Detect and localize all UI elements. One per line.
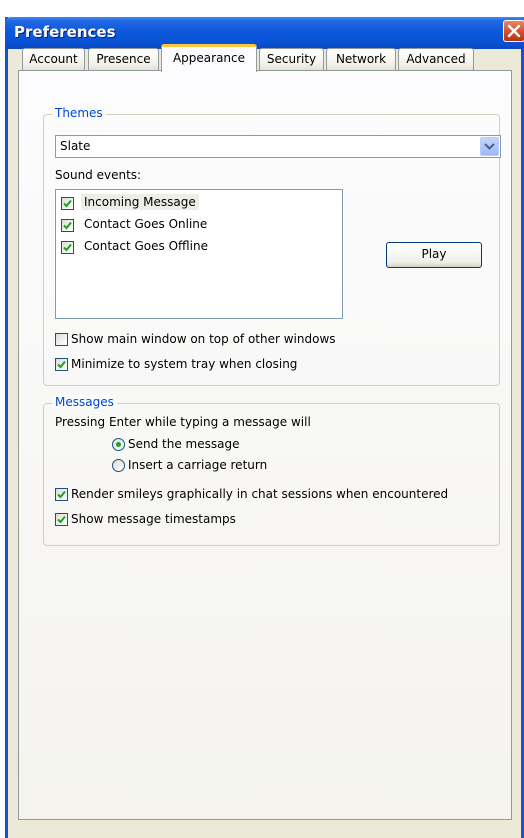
sound-event-contact-offline[interactable]: Contact Goes Offline — [61, 237, 331, 257]
tab-label: Advanced — [406, 52, 466, 66]
themes-group: Themes Slate Sound events: Incoming Mess… — [43, 106, 501, 386]
tab-advanced[interactable]: Advanced — [398, 48, 474, 70]
show-timestamps-option[interactable]: Show message timestamps — [55, 511, 495, 529]
themes-group-title: Themes — [52, 106, 106, 120]
theme-select-value: Slate — [60, 139, 91, 153]
checkmark-icon — [57, 360, 66, 369]
theme-dropdown-button[interactable] — [480, 137, 499, 156]
minimize-tray-label: Minimize to system tray when closing — [71, 357, 298, 371]
minimize-tray-checkbox[interactable] — [55, 358, 68, 371]
radio-send-message[interactable]: Send the message — [112, 436, 312, 454]
tab-presence[interactable]: Presence — [88, 48, 159, 70]
tab-label: Network — [335, 52, 387, 66]
tab-label: Account — [29, 52, 78, 66]
sound-event-contact-online[interactable]: Contact Goes Online — [61, 215, 331, 235]
sound-events-list[interactable]: Incoming Message Contact Goes Online Con… — [55, 189, 343, 319]
tab-label: Appearance — [172, 51, 246, 65]
title-bar[interactable]: Preferences — [5, 17, 524, 49]
tab-account[interactable]: Account — [22, 48, 85, 70]
close-button[interactable] — [503, 20, 524, 42]
send-message-label: Send the message — [128, 437, 240, 451]
checkmark-icon — [63, 221, 72, 230]
appearance-panel: Themes Slate Sound events: Incoming Mess… — [18, 70, 512, 820]
sound-event-checkbox[interactable] — [61, 219, 74, 232]
sound-event-label: Contact Goes Online — [84, 217, 208, 231]
show-on-top-label: Show main window on top of other windows — [71, 332, 336, 346]
show-on-top-checkbox[interactable] — [55, 333, 68, 346]
minimize-tray-option[interactable]: Minimize to system tray when closing — [55, 356, 495, 374]
carriage-return-radio[interactable] — [112, 459, 125, 472]
checkmark-icon — [63, 243, 72, 252]
chevron-down-icon — [484, 143, 495, 150]
sound-event-checkbox[interactable] — [61, 241, 74, 254]
send-message-radio[interactable] — [112, 438, 125, 451]
show-on-top-option[interactable]: Show main window on top of other windows — [55, 331, 495, 349]
sound-event-label: Contact Goes Offline — [84, 239, 208, 253]
carriage-return-label: Insert a carriage return — [128, 458, 268, 472]
render-smileys-checkbox[interactable] — [55, 488, 68, 501]
window-title: Preferences — [14, 23, 116, 41]
checkmark-icon — [57, 515, 66, 524]
sound-event-label: Incoming Message — [81, 194, 199, 210]
radio-carriage-return[interactable]: Insert a carriage return — [112, 457, 312, 475]
sound-event-checkbox[interactable] — [61, 197, 74, 210]
show-timestamps-label: Show message timestamps — [71, 512, 236, 526]
close-icon — [507, 24, 521, 38]
play-button[interactable]: Play — [386, 242, 482, 268]
enter-behavior-label: Pressing Enter while typing a message wi… — [55, 415, 311, 429]
messages-group-title: Messages — [52, 395, 117, 409]
radio-dot — [116, 442, 121, 447]
tab-network[interactable]: Network — [326, 48, 396, 70]
messages-group: Messages Pressing Enter while typing a m… — [43, 395, 500, 546]
tab-label: Security — [266, 52, 317, 66]
tab-label: Presence — [96, 52, 151, 66]
tab-appearance[interactable]: Appearance — [161, 44, 257, 72]
checkmark-icon — [57, 490, 66, 499]
theme-select[interactable]: Slate — [55, 135, 501, 158]
sound-event-incoming-message[interactable]: Incoming Message — [61, 193, 331, 213]
render-smileys-option[interactable]: Render smileys graphically in chat sessi… — [55, 486, 495, 504]
render-smileys-label: Render smileys graphically in chat sessi… — [71, 487, 449, 501]
show-timestamps-checkbox[interactable] — [55, 513, 68, 526]
sound-events-label: Sound events: — [55, 168, 142, 182]
checkmark-icon — [63, 199, 72, 208]
tab-security[interactable]: Security — [259, 48, 324, 70]
